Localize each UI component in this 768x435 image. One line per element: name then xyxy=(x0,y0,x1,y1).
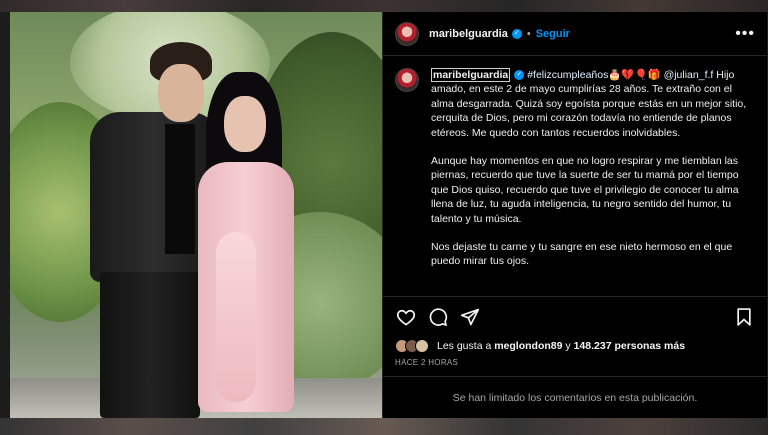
caption-area: maribelguardia ✓ #felizcumpleaños🎂💔🎈🎁 @ju… xyxy=(383,56,767,296)
comments-limited-notice: Se han limitado los comentarios en esta … xyxy=(383,376,767,418)
photo-man-legs xyxy=(100,272,200,418)
post-header: maribelguardia ✓ • Seguir ••• xyxy=(383,12,767,56)
liker-avatar xyxy=(415,339,429,353)
follow-button[interactable]: Seguir xyxy=(536,28,570,40)
post-timestamp[interactable]: HACE 2 HORAS xyxy=(383,356,767,376)
hashtag-link[interactable]: #felizcumpleaños xyxy=(527,69,608,81)
background-feed-bottom xyxy=(0,418,768,435)
share-icon[interactable] xyxy=(459,306,481,328)
photo-woman-face xyxy=(224,96,266,152)
liker-avatars[interactable] xyxy=(395,339,429,353)
action-bar xyxy=(383,296,767,336)
post-sidebar: maribelguardia ✓ • Seguir ••• maribelgua… xyxy=(382,12,767,418)
photo-man-face xyxy=(158,64,204,122)
caption-username[interactable]: maribelguardia xyxy=(431,68,511,82)
caption-text: maribelguardia ✓ #felizcumpleaños🎂💔🎈🎁 @ju… xyxy=(431,68,755,296)
photo-woman-ruffle xyxy=(216,232,256,402)
separator-dot: • xyxy=(526,27,531,40)
caption-avatar[interactable] xyxy=(395,68,419,92)
caption-paragraph-1: maribelguardia ✓ #felizcumpleaños🎂💔🎈🎁 @ju… xyxy=(431,68,755,140)
header-username[interactable]: maribelguardia xyxy=(429,28,508,40)
comment-icon[interactable] xyxy=(427,306,449,328)
post-modal: maribelguardia ✓ • Seguir ••• maribelgua… xyxy=(10,12,767,418)
heart-icon[interactable] xyxy=(395,306,417,328)
likes-count-link[interactable]: 148.237 personas más xyxy=(574,340,686,352)
likes-middle: y xyxy=(565,340,571,352)
post-photo[interactable] xyxy=(10,12,382,418)
caption-paragraph-2: Aunque hay momentos en que no logro resp… xyxy=(431,155,739,225)
verified-icon: ✓ xyxy=(511,28,522,39)
avatar[interactable] xyxy=(395,21,419,46)
likes-row: Les gusta a meglondon89 y 148.237 person… xyxy=(383,336,767,356)
bookmark-icon[interactable] xyxy=(733,306,755,328)
photo-man-shirt xyxy=(165,124,195,254)
likes-prefix: Les gusta a xyxy=(437,340,492,352)
verified-icon: ✓ xyxy=(514,70,525,81)
caption-emojis: 🎂💔🎈🎁 xyxy=(608,69,661,81)
caption-paragraph-3: Nos dejaste tu carne y tu sangre en ese … xyxy=(431,241,733,268)
background-feed-top xyxy=(0,0,768,12)
mention-link[interactable]: @julian_f.f xyxy=(664,69,714,81)
more-options-icon[interactable]: ••• xyxy=(735,25,755,43)
likes-user-link[interactable]: meglondon89 xyxy=(494,340,562,352)
